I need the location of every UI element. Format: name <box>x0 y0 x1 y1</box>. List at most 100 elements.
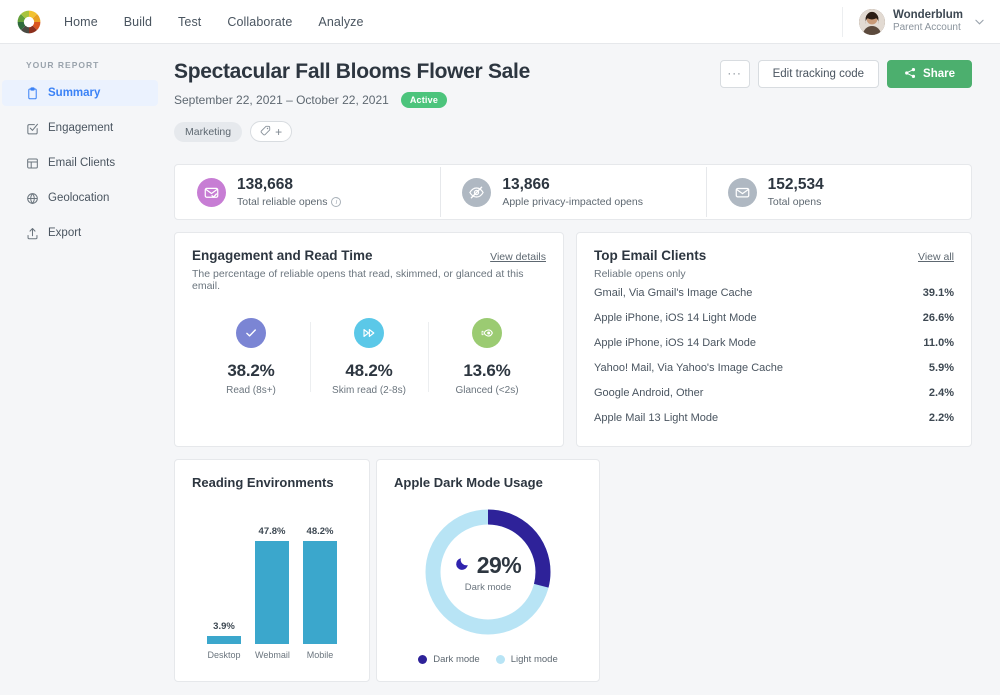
bar-value-label: 3.9% <box>213 620 235 632</box>
engagement-metric-skim: 48.2% Skim read (2-8s) <box>310 318 428 396</box>
stat-value: 152,534 <box>767 176 824 194</box>
donut-percent: 29% <box>476 551 522 578</box>
envelope-check-icon <box>197 177 226 207</box>
sidebar-item-label: Geolocation <box>48 192 110 204</box>
apple-dark-mode-title: Apple Dark Mode Usage <box>394 475 543 490</box>
sidebar-item-export[interactable]: Export <box>2 220 158 246</box>
bar-category-label: Webmail <box>255 650 290 660</box>
nav-link-build[interactable]: Build <box>124 15 152 29</box>
info-icon[interactable]: i <box>331 196 342 207</box>
nav-link-home[interactable]: Home <box>64 15 98 29</box>
check-square-icon <box>26 122 39 135</box>
table-row: Apple iPhone, iOS 14 Light Mode 26.6% <box>594 305 954 330</box>
engagement-card-title: Engagement and Read Time <box>192 248 373 263</box>
stat-label-row: Total reliable opens i <box>237 196 342 208</box>
upload-icon <box>26 227 39 240</box>
nav-link-collaborate[interactable]: Collaborate <box>227 15 292 29</box>
edit-tracking-code-button[interactable]: Edit tracking code <box>757 60 880 88</box>
color-wheel-logo[interactable] <box>16 9 42 35</box>
bar-chart: 3.9% 47.8% 48.2% <box>192 504 352 644</box>
stat-text: 13,866 Apple privacy-impacted opens <box>502 176 643 208</box>
stat-label: Apple privacy-impacted opens <box>502 195 643 208</box>
more-options-button[interactable]: ··· <box>719 60 750 88</box>
stat-label-row: Total opens <box>768 196 824 208</box>
view-details-link[interactable]: View details <box>490 251 546 263</box>
main-nav-links: Home Build Test Collaborate Analyze <box>64 15 364 29</box>
nav-link-analyze[interactable]: Analyze <box>318 15 363 29</box>
user-account-menu[interactable]: Wonderblum Parent Account <box>841 6 984 37</box>
main-content: Spectacular Fall Blooms Flower Sale Sept… <box>160 44 1000 695</box>
stat-value: 13,866 <box>502 176 550 194</box>
stat-text: 138,668 Total reliable opens i <box>237 176 342 208</box>
client-percent: 26.6% <box>922 311 954 324</box>
engagement-metric-read: 38.2% Read (8s+) <box>192 318 310 396</box>
sidebar-item-summary[interactable]: Summary <box>2 80 158 106</box>
nav-link-test[interactable]: Test <box>178 15 201 29</box>
client-percent: 5.9% <box>928 361 954 374</box>
bar-column-desktop: 3.9% <box>207 504 241 644</box>
donut-center-label: Dark mode <box>464 581 512 593</box>
clipboard-icon <box>26 86 39 100</box>
client-name: Apple iPhone, iOS 14 Light Mode <box>594 311 757 324</box>
share-button[interactable]: Share <box>887 60 972 88</box>
engagement-card-subtitle: The percentage of reliable opens that re… <box>192 268 524 292</box>
bar-mobile[interactable] <box>303 540 337 644</box>
sidebar-item-label: Summary <box>48 87 101 99</box>
legend-label: Light mode <box>510 654 558 665</box>
client-percent: 39.1% <box>922 286 954 299</box>
sidebar-item-geolocation[interactable]: Geolocation <box>2 185 158 211</box>
donut-center-text: 29% Dark mode <box>422 506 554 638</box>
stat-total-reliable-opens: 138,668 Total reliable opens i <box>175 176 440 208</box>
engagement-metric-label: Read (8s+) <box>226 385 276 396</box>
view-all-link[interactable]: View all <box>918 251 954 263</box>
legend-dot-dark <box>418 655 428 664</box>
stat-text: 152,534 Total opens <box>768 176 824 208</box>
avatar <box>858 8 885 35</box>
clients-card-title: Top Email Clients <box>594 248 707 263</box>
sidebar-item-email-clients[interactable]: Email Clients <box>2 150 158 176</box>
sidebar: YOUR REPORT Summary Engagement Email Cli… <box>0 44 160 695</box>
sidebar-item-engagement[interactable]: Engagement <box>2 115 158 141</box>
legend-dot-light <box>495 655 505 664</box>
table-row: Apple iPhone, iOS 14 Dark Mode 11.0% <box>594 330 954 355</box>
user-text: Wonderblum Parent Account <box>893 8 963 35</box>
page-header: Spectacular Fall Blooms Flower Sale Sept… <box>174 60 972 142</box>
header-actions: ··· Edit tracking code Share <box>719 60 972 88</box>
donut-chart: 29% Dark mode <box>422 506 554 638</box>
legend-item-light-mode: Light mode <box>495 654 558 665</box>
add-tag-button[interactable]: + <box>250 121 293 142</box>
tag-marketing[interactable]: Marketing <box>174 121 243 142</box>
bar-desktop[interactable] <box>207 635 241 644</box>
page-meta-row: September 22, 2021 – October 22, 2021 Ac… <box>174 92 530 108</box>
stat-value: 138,668 <box>237 176 294 194</box>
bar-value-label: 47.8% <box>258 526 286 538</box>
client-name: Apple iPhone, iOS 14 Dark Mode <box>594 336 757 349</box>
client-name: Yahoo! Mail, Via Yahoo's Image Cache <box>594 361 784 374</box>
engagement-and-clients-row: Engagement and Read Time View details Th… <box>174 232 972 447</box>
stats-summary-card: 138,668 Total reliable opens i 13,866 Ap… <box>174 164 972 220</box>
stat-total-opens: 152,534 Total opens <box>705 167 971 217</box>
date-range: September 22, 2021 – October 22, 2021 <box>174 93 389 107</box>
engagement-metric-label: Glanced (<2s) <box>455 385 519 396</box>
engagement-read-time-card: Engagement and Read Time View details Th… <box>174 232 564 447</box>
sidebar-section-label: YOUR REPORT <box>26 60 100 70</box>
bar-category-label: Mobile <box>306 650 334 660</box>
client-name: Google Android, Other <box>594 386 704 399</box>
client-percent: 2.2% <box>928 411 954 424</box>
chevron-down-icon[interactable] <box>975 17 984 27</box>
bar-webmail[interactable] <box>255 541 289 644</box>
apple-dark-mode-chart-card: Apple Dark Mode Usage 29% Dark mode Dark… <box>376 459 600 682</box>
page-title: Spectacular Fall Blooms Flower Sale <box>174 60 530 83</box>
bar-category-label: Desktop <box>207 650 241 660</box>
bar-column-webmail: 47.8% <box>255 504 289 644</box>
tag-row: Marketing + <box>174 121 530 142</box>
page-body: YOUR REPORT Summary Engagement Email Cli… <box>0 44 1000 695</box>
clients-card-subtitle: Reliable opens only <box>594 268 686 280</box>
table-row: Apple Mail 13 Light Mode 2.2% <box>594 405 954 430</box>
engagement-metric-glanced: 13.6% Glanced (<2s) <box>428 318 546 396</box>
eye-icon <box>472 318 502 348</box>
donut-main-value: 29% <box>455 552 522 579</box>
eye-off-icon <box>462 177 492 207</box>
layout-icon <box>26 157 39 170</box>
engagement-metrics: 38.2% Read (8s+) 48.2% Skim read (2-8s) <box>192 318 546 402</box>
